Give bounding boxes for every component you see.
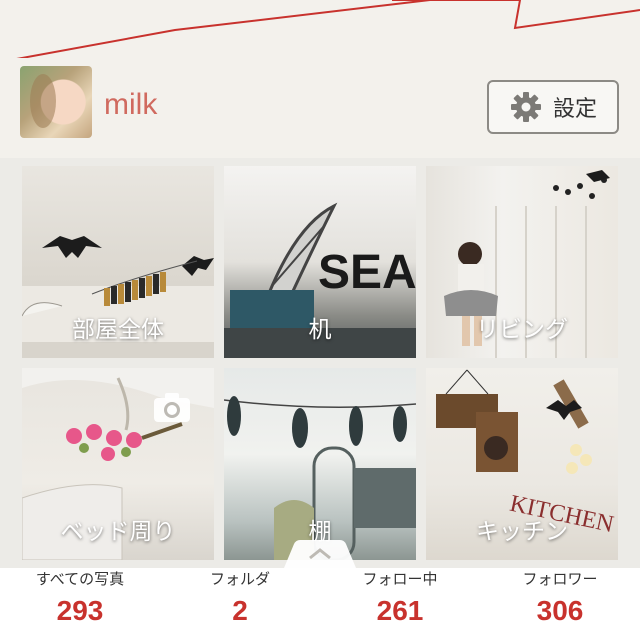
- folder-grid: 部屋全体 SEA 机 リビング ベッド周り 棚 KITCHEN キッチン: [0, 158, 640, 568]
- folder-tile-kitchen[interactable]: KITCHEN キッチン: [426, 368, 618, 560]
- folder-label-room: 部屋全体: [72, 317, 164, 343]
- stats-bar: すべての写真 293 フォルダ 2 フォロー中 261 フォロワー 306: [0, 568, 640, 640]
- folder-tile-living[interactable]: リビング: [426, 166, 618, 358]
- profile-header: milk 設定: [0, 58, 640, 159]
- stat-following-value: 261: [376, 595, 424, 626]
- settings-label: 設定: [552, 97, 597, 122]
- folder-tile-room[interactable]: 部屋全体: [22, 166, 214, 358]
- stat-following-label: フォロー中: [362, 570, 438, 588]
- folder-label-living: リビング: [476, 317, 568, 343]
- expand-arrow-icon[interactable]: [284, 536, 356, 568]
- gear-icon: [510, 92, 541, 122]
- stat-following[interactable]: フォロー中 261: [320, 568, 480, 640]
- username[interactable]: milk: [104, 88, 157, 122]
- avatar[interactable]: [20, 66, 92, 138]
- folder-label-desk: 机: [308, 317, 332, 343]
- folder-tile-bed[interactable]: ベッド周り: [22, 368, 214, 560]
- camera-icon: [154, 393, 190, 422]
- folder-tile-desk[interactable]: SEA 机: [224, 166, 416, 358]
- stat-followers[interactable]: フォロワー 306: [480, 568, 640, 640]
- stat-followers-value: 306: [536, 595, 584, 626]
- settings-button[interactable]: 設定: [487, 80, 619, 134]
- stat-folders-label: フォルダ: [209, 570, 270, 588]
- stat-followers-label: フォロワー: [522, 570, 598, 588]
- stat-photos-label: すべての写真: [35, 570, 125, 588]
- stat-photos[interactable]: すべての写真 293: [0, 568, 160, 640]
- folder-label-bed: ベッド周り: [60, 519, 176, 545]
- svg-text:SEA: SEA: [318, 246, 416, 299]
- folder-label-kitchen: キッチン: [476, 519, 568, 545]
- stat-folders-value: 2: [232, 595, 248, 626]
- stat-folders[interactable]: フォルダ 2: [160, 568, 320, 640]
- stat-photos-value: 293: [56, 595, 104, 626]
- folder-tile-shelf[interactable]: 棚: [224, 368, 416, 560]
